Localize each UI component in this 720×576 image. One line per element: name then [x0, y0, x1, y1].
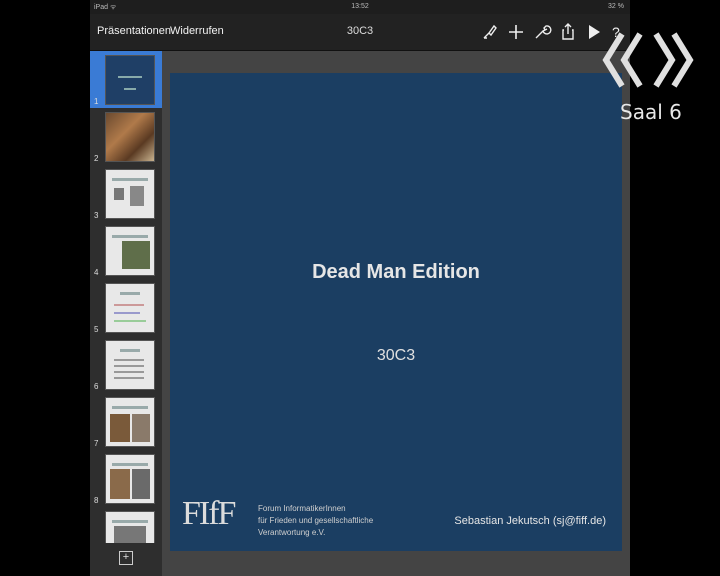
add-slide-button[interactable]: +: [119, 551, 133, 565]
organization-name: Forum InformatikerInnen für Frieden und …: [258, 503, 388, 539]
slide-thumbnail-5[interactable]: 5: [90, 279, 162, 336]
share-icon[interactable]: [558, 22, 578, 42]
toolbar: Präsentationen Widerrufen 30C3 ?: [90, 14, 630, 51]
slide-thumbnail-9[interactable]: [90, 507, 162, 543]
org-line-3: Verantwortung e.V.: [258, 528, 326, 537]
org-line-1: Forum InformatikerInnen: [258, 504, 346, 513]
battery-label: 32 %: [608, 3, 624, 10]
thumbnail-image: [105, 283, 155, 333]
slide-thumbnail-3[interactable]: 3: [90, 165, 162, 222]
add-icon[interactable]: [506, 22, 526, 42]
slide-number: 5: [94, 325, 99, 334]
thumbnail-image: [105, 454, 155, 504]
slide-thumbnail-4[interactable]: 4: [90, 222, 162, 279]
org-line-2: für Frieden und gesellschaftliche: [258, 516, 374, 525]
thumbnail-image: [105, 226, 155, 276]
brush-icon[interactable]: [480, 22, 500, 42]
slide-title: Dead Man Edition: [312, 261, 480, 283]
slide-author: Sebastian Jekutsch (sj@fiff.de): [454, 515, 606, 527]
slide-subtitle: 30C3: [376, 347, 416, 364]
fiff-logo: FIfF: [182, 495, 236, 532]
slide-number: 7: [94, 439, 99, 448]
slide-navigator: 1 2 3 4 5 6 7 8: [90, 51, 162, 576]
slide-number: 8: [94, 496, 99, 505]
thumbnail-image: [105, 397, 155, 447]
clock: 13:52: [351, 3, 369, 10]
slide-number: 2: [94, 154, 99, 163]
slide-number: 4: [94, 268, 99, 277]
thumbnail-image: [105, 511, 155, 543]
slide-number: 6: [94, 382, 99, 391]
thumbnail-image: [105, 169, 155, 219]
slide-number: 1: [94, 97, 99, 106]
ipad-screen: iPad ᯤ 13:52 32 % Präsentationen Widerru…: [90, 0, 630, 576]
slide-canvas: Dead Man Edition 30C3 FIfF Forum Informa…: [162, 51, 630, 576]
wrench-icon[interactable]: [532, 22, 552, 42]
slide-number: 3: [94, 211, 99, 220]
slide-thumbnail-2[interactable]: 2: [90, 108, 162, 165]
slide-thumbnail-7[interactable]: 7: [90, 393, 162, 450]
status-bar: iPad ᯤ 13:52 32 %: [90, 0, 630, 14]
thumbnail-image: [105, 55, 155, 105]
thumbnail-image: [105, 112, 155, 162]
thumbnail-image: [105, 340, 155, 390]
slide-thumbnail-6[interactable]: 6: [90, 336, 162, 393]
room-label: Saal 6: [620, 100, 682, 124]
current-slide[interactable]: Dead Man Edition 30C3 FIfF Forum Informa…: [170, 73, 622, 551]
slide-thumbnail-8[interactable]: 8: [90, 450, 162, 507]
slide-thumbnail-1[interactable]: 1: [90, 51, 162, 108]
